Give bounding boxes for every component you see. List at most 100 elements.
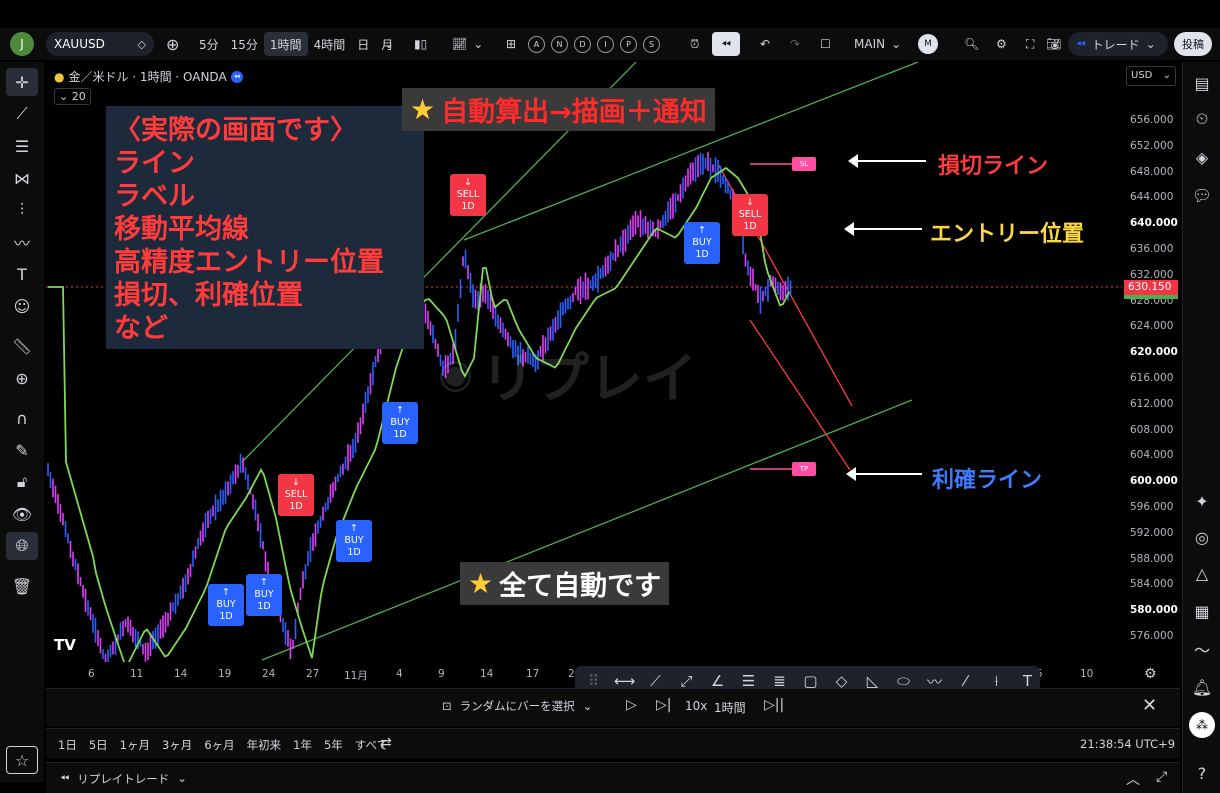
candle-type-icon[interactable]: ▮▯ bbox=[408, 32, 433, 56]
user-avatar[interactable]: J bbox=[10, 32, 34, 56]
replay-icon[interactable]: ⏪︎ bbox=[712, 32, 740, 56]
target-icon[interactable]: ◎ bbox=[1189, 524, 1215, 550]
indicator-badge-s[interactable]: S bbox=[643, 35, 660, 53]
interval-2[interactable]: 1時間 bbox=[263, 32, 308, 56]
help-icon[interactable]: ? bbox=[1189, 760, 1215, 786]
zoom-in-icon[interactable]: ⊕ bbox=[6, 364, 38, 392]
currency-selector[interactable]: USD ⌄ bbox=[1126, 66, 1176, 86]
indicator-badge-n[interactable]: N bbox=[551, 35, 568, 53]
alert-icon[interactable]: ⏰︎ bbox=[684, 32, 705, 56]
snapshot-icon[interactable]: 📷︎ bbox=[1040, 32, 1067, 56]
time-tick: 4 bbox=[396, 668, 403, 680]
interval-1[interactable]: 15分 bbox=[225, 32, 264, 56]
interval-3[interactable]: 4時間 bbox=[308, 32, 352, 56]
chart-pane[interactable]: ● 金／米ドル · 1時間 · OANDA ⏪︎ ⌄ 20 〈実際の画面です〉ラ… bbox=[46, 62, 1122, 662]
calendar-icon[interactable]: ▦ bbox=[1189, 598, 1215, 624]
publish-button[interactable]: 投稿 bbox=[1174, 32, 1212, 56]
range-2[interactable]: 1ヶ月 bbox=[120, 737, 150, 753]
layout-dropdown-icon[interactable]: ⌄ bbox=[891, 37, 901, 51]
text-tool-icon[interactable]: T bbox=[6, 260, 38, 288]
range-0[interactable]: 1日 bbox=[58, 737, 77, 753]
replay-trade-dropdown-icon: ⌄ bbox=[177, 771, 187, 785]
brush-tool-icon[interactable]: 〰 bbox=[6, 228, 38, 256]
maximize-panel-icon[interactable]: ⤢ bbox=[1156, 769, 1167, 785]
layout-badge[interactable]: M bbox=[918, 34, 938, 54]
settings-icon[interactable]: ⚙︎ bbox=[990, 32, 1013, 56]
range-1[interactable]: 5日 bbox=[89, 737, 108, 753]
layout-name[interactable]: MAIN bbox=[848, 32, 891, 56]
undo-icon[interactable]: ↶ bbox=[754, 32, 776, 56]
user-menu[interactable]: J bbox=[10, 28, 34, 60]
emoji-tool-icon[interactable]: ☺ bbox=[6, 292, 38, 320]
range-3[interactable]: 3ヶ月 bbox=[162, 737, 192, 753]
pyramid-icon[interactable]: △ bbox=[1189, 560, 1215, 586]
expand-panel-icon[interactable]: ︿ bbox=[1126, 769, 1140, 789]
range-7[interactable]: 5年 bbox=[324, 737, 343, 753]
indicator-badge-d[interactable]: D bbox=[574, 35, 591, 53]
feed-icon[interactable]: 〜 bbox=[1189, 636, 1215, 662]
clock-timezone[interactable]: 21:38:54 UTC+9 bbox=[1080, 737, 1175, 751]
lock-icon[interactable]: 🔓︎ bbox=[6, 468, 38, 496]
play-icon[interactable]: ▷ bbox=[626, 697, 637, 713]
favorite-star-icon[interactable]: ☆ bbox=[6, 746, 38, 774]
axis-settings-icon[interactable]: ⚙︎ bbox=[1144, 666, 1157, 682]
random-bar-select[interactable]: ⊡ ランダムにバーを選択 ⌄ bbox=[442, 698, 592, 714]
pattern-tool-icon[interactable]: ⋈ bbox=[6, 164, 38, 192]
date-range-icon[interactable]: ⇄ bbox=[380, 735, 392, 751]
annotation-line: など bbox=[114, 313, 168, 344]
star-icon: ★ bbox=[410, 93, 436, 126]
trendline-tool-icon[interactable]: ⟋ bbox=[6, 100, 38, 128]
interval-dropdown-icon[interactable]: ⌄ bbox=[378, 32, 400, 56]
step-forward-icon[interactable]: ▷| bbox=[656, 697, 671, 713]
price-tick: 636.000 bbox=[1130, 243, 1174, 255]
trade-button[interactable]: ⏪︎ トレード ⌄ bbox=[1068, 32, 1168, 56]
arrow-up-icon: ↑ bbox=[396, 405, 404, 416]
projection-tool-icon[interactable]: ⫶ bbox=[6, 196, 38, 224]
magnet-icon[interactable]: ∩ bbox=[6, 404, 38, 432]
fib-tool-icon[interactable]: ☰ bbox=[6, 132, 38, 160]
right-sidebar: ▤ ⏲︎ ◈ 💬︎ ✦ ◎ △ ▦ 〜 🔔︎ ⁂ ? bbox=[1182, 62, 1220, 793]
tp-red-line[interactable] bbox=[749, 319, 851, 471]
interval-0[interactable]: 5分 bbox=[193, 32, 225, 56]
price-axis[interactable]: USD ⌄ 656.000 652.000 648.000 644.000 640.00… bbox=[1122, 62, 1180, 662]
stay-drawing-icon[interactable]: ✎ bbox=[6, 436, 38, 464]
apps-icon[interactable]: ⁂ bbox=[1189, 712, 1215, 738]
interval-4[interactable]: 日 bbox=[351, 32, 375, 56]
chart-legend[interactable]: ● 金／米ドル · 1時間 · OANDA ⏪︎ bbox=[54, 68, 244, 85]
range-6[interactable]: 1年 bbox=[293, 737, 312, 753]
indicator-badge-p[interactable]: P bbox=[620, 35, 637, 53]
layers-icon[interactable]: ◈ bbox=[1189, 144, 1215, 170]
indicators-icon[interactable]: 📈︎ bbox=[446, 32, 473, 56]
indicator-badge-a[interactable]: A bbox=[528, 35, 545, 53]
replay-speed[interactable]: 10x bbox=[685, 699, 707, 713]
close-replay-icon[interactable]: ✕ bbox=[1142, 695, 1157, 716]
jump-to-realtime-icon[interactable]: ▷|| bbox=[764, 697, 784, 713]
diamond-icon: ◇ bbox=[137, 37, 146, 51]
watchlist-icon[interactable]: ▤ bbox=[1189, 70, 1215, 96]
replay-trade-toggle[interactable]: ⏪︎ リプレイトレード ⌄ bbox=[60, 771, 187, 787]
indicators-dropdown-icon[interactable]: ⌄ bbox=[473, 37, 483, 51]
trash-icon[interactable]: 🗑︎ bbox=[6, 572, 38, 600]
add-symbol-icon[interactable]: ⊕ bbox=[160, 32, 185, 56]
trade-dropdown-icon: ⌄ bbox=[1145, 37, 1156, 51]
indicator-badge-i[interactable]: I bbox=[597, 35, 614, 53]
alerts-clock-icon[interactable]: ⏲︎ bbox=[1189, 106, 1215, 132]
ruler-icon[interactable]: 📏︎ bbox=[6, 332, 38, 360]
sparkle-icon[interactable]: ✦ bbox=[1189, 488, 1215, 514]
redo-icon[interactable]: ↷ bbox=[784, 32, 806, 56]
quick-search-icon[interactable]: 🔍︎ bbox=[958, 32, 985, 56]
replay-interval[interactable]: 1時間 bbox=[714, 699, 746, 716]
notification-bell-icon[interactable]: 🔔︎ bbox=[1189, 674, 1215, 700]
replay-watermark-icon: ◉ bbox=[438, 350, 473, 397]
range-5[interactable]: 年初来 bbox=[247, 737, 282, 753]
globe-icon[interactable]: 🌐︎ bbox=[6, 532, 38, 560]
volume-indicator-toggle[interactable]: ⌄ 20 bbox=[54, 88, 91, 105]
rectangle-icon[interactable]: ☐ bbox=[814, 32, 837, 56]
crosshair-icon[interactable]: ✛ bbox=[6, 68, 38, 96]
visibility-icon[interactable]: 👁︎ bbox=[6, 500, 38, 528]
fullscreen-icon[interactable]: ⛶ bbox=[1020, 32, 1040, 56]
templates-icon[interactable]: ⊞ bbox=[500, 32, 522, 56]
chat-icon[interactable]: 💬︎ bbox=[1189, 182, 1215, 208]
range-4[interactable]: 6ヶ月 bbox=[204, 737, 234, 753]
symbol-search[interactable]: XAUUSD ◇ bbox=[46, 32, 154, 56]
